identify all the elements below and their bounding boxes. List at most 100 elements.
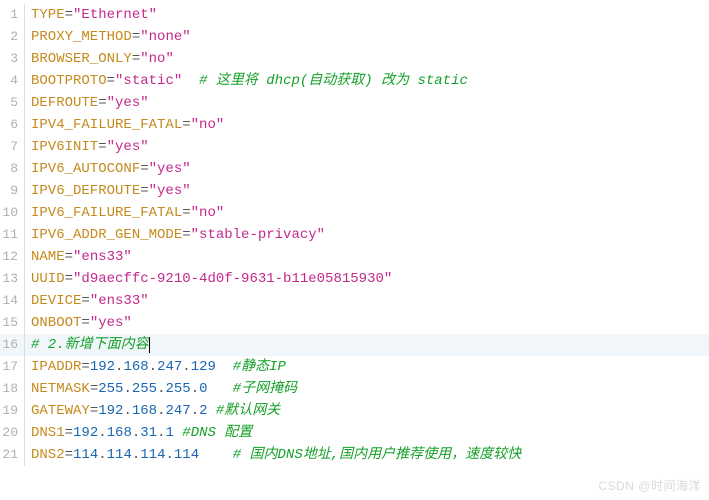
code-content[interactable]: IPADDR=192.168.247.129 #静态IP xyxy=(31,356,709,378)
code-content[interactable]: TYPE="Ethernet" xyxy=(31,4,709,26)
token xyxy=(182,73,199,89)
code-line[interactable]: 20DNS1=192.168.31.1 #DNS 配置 xyxy=(0,422,709,444)
token: = xyxy=(182,227,190,243)
token: . xyxy=(149,359,157,375)
token: . xyxy=(132,425,140,441)
code-line[interactable]: 5 DEFROUTE="yes" xyxy=(0,92,709,114)
code-line[interactable]: 10IPV6_FAILURE_FATAL="no" xyxy=(0,202,709,224)
token: = xyxy=(65,271,73,287)
line-number: 18 xyxy=(0,378,24,400)
code-line[interactable]: 12NAME="ens33" xyxy=(0,246,709,268)
code-content[interactable]: NETMASK=255.255.255.0 #子网掩码 xyxy=(31,378,709,400)
line-number: 19 xyxy=(0,400,24,422)
gutter-divider xyxy=(24,268,25,290)
gutter-divider xyxy=(24,400,25,422)
gutter-divider xyxy=(24,422,25,444)
code-line[interactable]: 15ONBOOT="yes" xyxy=(0,312,709,334)
code-line[interactable]: 14DEVICE="ens33" xyxy=(0,290,709,312)
code-content[interactable]: # 2.新增下面内容 xyxy=(31,334,709,356)
code-content[interactable]: DNS1=192.168.31.1 #DNS 配置 xyxy=(31,422,709,444)
code-content[interactable]: IPV6_ADDR_GEN_MODE="stable-privacy" xyxy=(31,224,709,246)
gutter-divider xyxy=(24,26,25,48)
code-line[interactable]: 7IPV6INIT="yes" xyxy=(0,136,709,158)
token: "yes" xyxy=(149,183,191,199)
token: 255 xyxy=(165,381,190,397)
watermark: CSDN @时间海洋 xyxy=(598,477,701,494)
code-line[interactable]: 2PROXY_METHOD="none" xyxy=(0,26,709,48)
token: 0 xyxy=(199,381,207,397)
token: 192 xyxy=(73,425,98,441)
code-line[interactable]: 21DNS2=114.114.114.114 # 国内DNS地址,国内用户推荐使… xyxy=(0,444,709,466)
code-content[interactable]: IPV6_FAILURE_FATAL="no" xyxy=(31,202,709,224)
code-content[interactable]: UUID="d9aecffc-9210-4d0f-9631-b11e058159… xyxy=(31,268,709,290)
token: 247 xyxy=(157,359,182,375)
token: BROWSER_ONLY xyxy=(31,51,132,67)
code-content[interactable]: IPV4_FAILURE_FATAL="no" xyxy=(31,114,709,136)
token: . xyxy=(191,381,199,397)
code-line[interactable]: 8IPV6_AUTOCONF="yes" xyxy=(0,158,709,180)
code-line[interactable]: 19 GATEWAY=192.168.247.2 #默认网关 xyxy=(0,400,709,422)
token: = xyxy=(90,381,98,397)
token: = xyxy=(65,425,73,441)
code-line[interactable]: 9IPV6_DEFROUTE="yes" xyxy=(0,180,709,202)
code-editor[interactable]: 1TYPE="Ethernet"2PROXY_METHOD="none"3 BRO… xyxy=(0,0,709,466)
token: DNS1 xyxy=(31,425,65,441)
code-line[interactable]: 17IPADDR=192.168.247.129 #静态IP xyxy=(0,356,709,378)
token: . xyxy=(182,359,190,375)
token: 114 xyxy=(174,447,199,463)
gutter-divider xyxy=(24,48,25,70)
gutter-divider xyxy=(24,246,25,268)
code-content[interactable]: BOOTPROTO="static" # 这里将 dhcp(自动获取) 改为 s… xyxy=(31,70,709,92)
token xyxy=(216,359,233,375)
code-content[interactable]: IPV6_DEFROUTE="yes" xyxy=(31,180,709,202)
token: IPV6_ADDR_GEN_MODE xyxy=(31,227,182,243)
token: = xyxy=(81,293,89,309)
code-line[interactable]: 4BOOTPROTO="static" # 这里将 dhcp(自动获取) 改为 … xyxy=(0,70,709,92)
token: "yes" xyxy=(107,95,149,111)
token: 247 xyxy=(165,403,190,419)
code-content[interactable]: GATEWAY=192.168.247.2 #默认网关 xyxy=(31,400,709,422)
code-content[interactable]: IPV6INIT="yes" xyxy=(31,136,709,158)
line-number: 13 xyxy=(0,268,24,290)
code-content[interactable]: DEVICE="ens33" xyxy=(31,290,709,312)
token: "static" xyxy=(115,73,182,89)
token: = xyxy=(140,161,148,177)
code-content[interactable]: BROWSER_ONLY="no" xyxy=(31,48,709,70)
token: NETMASK xyxy=(31,381,90,397)
token: 168 xyxy=(123,359,148,375)
code-content[interactable]: IPV6_AUTOCONF="yes" xyxy=(31,158,709,180)
code-line[interactable]: 16# 2.新增下面内容 xyxy=(0,334,709,356)
code-line[interactable]: 11IPV6_ADDR_GEN_MODE="stable-privacy" xyxy=(0,224,709,246)
token: # 国内DNS地址,国内用户推荐使用，速度较快 xyxy=(233,447,521,463)
token: NAME xyxy=(31,249,65,265)
gutter-divider xyxy=(24,290,25,312)
token: = xyxy=(81,315,89,331)
line-number: 6 xyxy=(0,114,24,136)
token: BOOTPROTO xyxy=(31,73,107,89)
token: = xyxy=(90,403,98,419)
line-number: 5 xyxy=(0,92,24,114)
code-content[interactable]: DEFROUTE="yes" xyxy=(31,92,709,114)
token: DEFROUTE xyxy=(31,95,98,111)
token: = xyxy=(81,359,89,375)
code-line[interactable]: 1TYPE="Ethernet" xyxy=(0,4,709,26)
token: = xyxy=(65,7,73,23)
code-content[interactable]: DNS2=114.114.114.114 # 国内DNS地址,国内用户推荐使用，… xyxy=(31,444,709,466)
gutter-divider xyxy=(24,4,25,26)
code-content[interactable]: ONBOOT="yes" xyxy=(31,312,709,334)
token: "none" xyxy=(140,29,190,45)
token: "stable-privacy" xyxy=(191,227,325,243)
code-line[interactable]: 6 IPV4_FAILURE_FATAL="no" xyxy=(0,114,709,136)
line-number: 3 xyxy=(0,48,24,70)
code-content[interactable]: NAME="ens33" xyxy=(31,246,709,268)
token: PROXY_METHOD xyxy=(31,29,132,45)
code-line[interactable]: 13 UUID="d9aecffc-9210-4d0f-9631-b11e0581… xyxy=(0,268,709,290)
token: IPADDR xyxy=(31,359,81,375)
code-line[interactable]: 3 BROWSER_ONLY="no" xyxy=(0,48,709,70)
token: "Ethernet" xyxy=(73,7,157,23)
token: UUID xyxy=(31,271,65,287)
token: IPV6_DEFROUTE xyxy=(31,183,140,199)
code-content[interactable]: PROXY_METHOD="none" xyxy=(31,26,709,48)
token: IPV6_AUTOCONF xyxy=(31,161,140,177)
code-line[interactable]: 18NETMASK=255.255.255.0 #子网掩码 xyxy=(0,378,709,400)
